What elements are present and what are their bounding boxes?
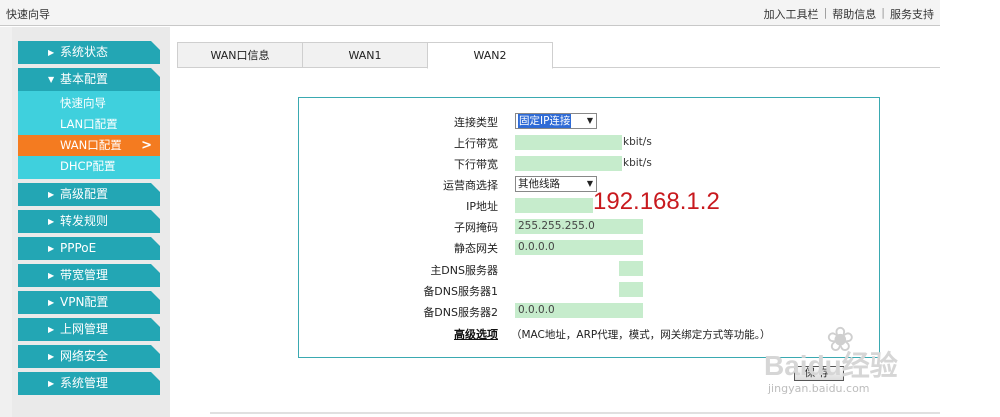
primary-dns-input[interactable] (619, 261, 643, 276)
ip-label: IP地址 (466, 200, 498, 213)
secondary-dns1-input[interactable] (619, 282, 643, 297)
isp-label: 运营商选择 (443, 179, 498, 192)
sidebar-item-network-security[interactable]: ▶ 网络安全 (18, 345, 161, 368)
sidebar-item-advanced-config[interactable]: ▶ 高级配置 (18, 183, 161, 206)
page-title: 快速向导 (6, 8, 50, 21)
dropdown-arrow-icon: ▼ (586, 116, 593, 125)
ip-address-overlay: 192.168.1.2 (593, 188, 720, 215)
advanced-options-note: （MAC地址，ARP代理，模式，网关绑定方式等功能。） (511, 329, 771, 341)
up-bandwidth-unit: kbit/s (623, 136, 652, 148)
sidebar-item-forwarding-rules[interactable]: ▶ 转发规则 (18, 210, 161, 233)
isp-select[interactable]: 其他线路 ▼ (515, 176, 597, 192)
chevron-right-icon: ▶ (48, 379, 55, 388)
conn-type-select[interactable]: 固定IP连接 ▼ (515, 113, 597, 129)
secondary-dns1-label: 备DNS服务器1 (423, 285, 498, 298)
help-link[interactable]: 帮助信息 (832, 6, 876, 22)
down-bandwidth-label: 下行带宽 (454, 158, 498, 171)
secondary-dns2-label: 备DNS服务器2 (423, 306, 498, 319)
sidebar-subitem-quick-wizard[interactable]: 快速向导 (18, 93, 160, 114)
down-bandwidth-unit: kbit/s (623, 157, 652, 169)
chevron-right-icon: ▶ (48, 352, 55, 361)
advanced-options-link[interactable]: 高级选项 (454, 326, 498, 342)
watermark-brand: Baidu经验 (764, 350, 898, 381)
sidebar-subitem-lan-config[interactable]: LAN口配置 (18, 114, 160, 135)
wan2-form-panel: 连接类型 固定IP连接 ▼ 上行带宽 kbit/s 下行带宽 kbit/s 运营… (298, 97, 880, 358)
subnet-mask-input[interactable]: 255.255.255.0 (515, 219, 643, 234)
watermark-site: jingyan.baidu.com (768, 382, 870, 395)
up-bandwidth-input[interactable] (515, 135, 622, 150)
up-bandwidth-label: 上行带宽 (454, 137, 498, 150)
add-toolbar-link[interactable]: 加入工具栏 (764, 6, 819, 22)
chevron-right-icon: ▶ (48, 244, 55, 253)
gateway-input[interactable]: 0.0.0.0 (515, 240, 643, 255)
subnet-mask-label: 子网掩码 (454, 221, 498, 234)
sidebar-subitem-wan-config[interactable]: WAN口配置 > (18, 135, 160, 156)
tab-bar: WAN口信息 WAN1 WAN2 (177, 42, 553, 69)
tab-wan-info[interactable]: WAN口信息 (177, 42, 303, 68)
chevron-right-icon: > (141, 138, 152, 153)
chevron-right-icon: ▶ (48, 217, 55, 226)
conn-type-label: 连接类型 (454, 116, 498, 129)
ip-input[interactable] (515, 198, 593, 213)
sidebar-item-system-mgmt[interactable]: ▶ 系统管理 (18, 372, 161, 395)
tab-wan2[interactable]: WAN2 (427, 42, 553, 69)
sidebar-submenu: 快速向导 LAN口配置 WAN口配置 > DHCP配置 (18, 91, 160, 179)
primary-dns-label: 主DNS服务器 (430, 264, 498, 277)
down-bandwidth-input[interactable] (515, 156, 622, 171)
chevron-right-icon: ▶ (48, 48, 55, 57)
secondary-dns2-input[interactable]: 0.0.0.0 (515, 303, 643, 318)
sidebar-menu: ▶ 系统状态 ▼ 基本配置 快速向导 LAN口配置 WAN口配置 > DHCP配置 … (18, 41, 161, 399)
chevron-right-icon: ▶ (48, 325, 55, 334)
chevron-right-icon: ▶ (48, 190, 55, 199)
sidebar-item-vpn[interactable]: ▶ VPN配置 (18, 291, 161, 314)
sidebar-subitem-dhcp-config[interactable]: DHCP配置 (18, 156, 160, 177)
sidebar-item-internet-mgmt[interactable]: ▶ 上网管理 (18, 318, 161, 341)
top-bar: 快速向导 加入工具栏 | 帮助信息 | 服务支持 (0, 0, 940, 26)
tab-wan1[interactable]: WAN1 (302, 42, 428, 68)
chevron-right-icon: ▶ (48, 271, 55, 280)
sidebar-item-system-status[interactable]: ▶ 系统状态 (18, 41, 161, 64)
top-links: 加入工具栏 | 帮助信息 | 服务支持 (763, 6, 934, 22)
sidebar-item-bandwidth[interactable]: ▶ 带宽管理 (18, 264, 161, 287)
sidebar-item-basic-config[interactable]: ▼ 基本配置 (18, 68, 161, 91)
support-link[interactable]: 服务支持 (890, 6, 934, 22)
chevron-right-icon: ▶ (48, 298, 55, 307)
sidebar-item-pppoe[interactable]: ▶ PPPoE (18, 237, 161, 260)
sidebar: ▶ 系统状态 ▼ 基本配置 快速向导 LAN口配置 WAN口配置 > DHCP配置 … (0, 27, 170, 417)
gateway-label: 静态网关 (454, 242, 498, 255)
chevron-down-icon: ▼ (48, 75, 55, 84)
baidu-watermark: ❀ Baidu经验 jingyan.baidu.com (760, 320, 960, 400)
